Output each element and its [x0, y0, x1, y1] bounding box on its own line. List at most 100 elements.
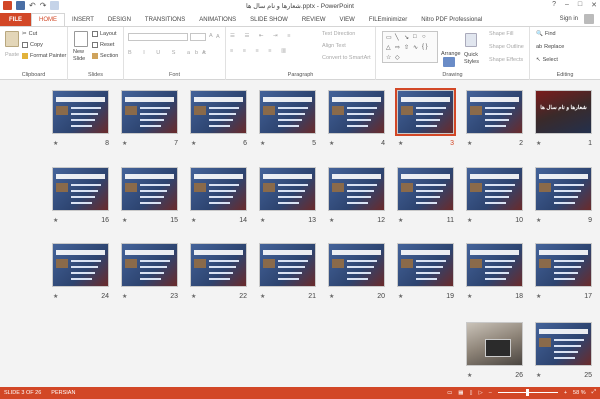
font-color-icon[interactable]: A	[202, 50, 206, 56]
align-text-button[interactable]: Align Text	[322, 43, 346, 49]
triangle-shape-icon[interactable]: △	[386, 44, 391, 51]
close-icon[interactable]: ✕	[591, 1, 597, 9]
transition-star-icon[interactable]: ★	[467, 140, 472, 147]
shape-outline-button[interactable]: Shape Outline	[489, 44, 524, 50]
slide-thumbnail[interactable]	[328, 90, 385, 134]
transition-star-icon[interactable]: ★	[122, 293, 127, 300]
slideshow-view-icon[interactable]: ▷	[479, 390, 483, 396]
slide-thumbnail[interactable]	[328, 243, 385, 287]
textbox-shape-icon[interactable]: ▭	[386, 34, 392, 41]
slide-thumbnail[interactable]	[466, 167, 523, 211]
transition-star-icon[interactable]: ★	[122, 140, 127, 147]
shape-effects-button[interactable]: Shape Effects	[489, 57, 523, 63]
right-arrow-shape-icon[interactable]: ⇨	[395, 44, 400, 51]
find-button[interactable]: 🔍 Find	[536, 31, 556, 37]
font-shrink-icon[interactable]: A	[216, 34, 220, 40]
tab-nitro-pdf[interactable]: Nitro PDF Professional	[414, 13, 489, 26]
line-shape-icon[interactable]: ╲	[395, 34, 399, 41]
transition-star-icon[interactable]: ★	[329, 140, 334, 147]
section-button[interactable]: Section	[92, 53, 118, 59]
format-painter-button[interactable]: Format Painter	[22, 53, 66, 59]
help-icon[interactable]: ?	[552, 1, 556, 9]
transition-star-icon[interactable]: ★	[467, 372, 472, 379]
font-format-buttons[interactable]: B I U S abc	[128, 50, 211, 56]
slide-thumbnail[interactable]	[397, 167, 454, 211]
arrange-button[interactable]: Arrange	[441, 51, 461, 57]
slide-thumbnail[interactable]	[466, 90, 523, 134]
transition-star-icon[interactable]: ★	[536, 140, 541, 147]
cut-button[interactable]: ✂ Cut	[22, 31, 37, 37]
quick-styles-button-2[interactable]: Styles	[464, 59, 479, 65]
layout-button[interactable]: Layout	[92, 31, 117, 37]
language-indicator[interactable]: PERSIAN	[51, 390, 75, 396]
callout-shape-icon[interactable]: ◇	[395, 54, 400, 61]
paste-icon[interactable]	[5, 31, 19, 47]
slide-thumbnail[interactable]	[190, 243, 247, 287]
transition-star-icon[interactable]: ★	[467, 293, 472, 300]
quick-styles-icon[interactable]	[465, 33, 477, 47]
slide-thumbnail[interactable]	[121, 243, 178, 287]
new-slide-button[interactable]: New	[73, 49, 84, 55]
slide-thumbnail[interactable]	[190, 90, 247, 134]
transition-star-icon[interactable]: ★	[467, 217, 472, 224]
fit-to-window-icon[interactable]: ⤢	[592, 389, 596, 396]
list-buttons[interactable]: ☰ ☰ ⇤ ⇥ ≡	[230, 33, 294, 39]
tab-fileminimizer[interactable]: FILEminimizer	[362, 13, 414, 26]
shapes-gallery[interactable]: ▭ ╲ ↘ □ ○ △ ⇨ ⇧ ∿ { } ☆ ◇	[382, 31, 438, 63]
transition-star-icon[interactable]: ★	[536, 293, 541, 300]
shape-fill-button[interactable]: Shape Fill	[489, 31, 513, 37]
tab-animations[interactable]: ANIMATIONS	[192, 13, 243, 26]
rectangle-shape-icon[interactable]: □	[413, 34, 417, 40]
replace-button[interactable]: ab Replace	[536, 44, 564, 50]
arrange-icon[interactable]	[443, 57, 455, 67]
slide-thumbnail[interactable]	[397, 243, 454, 287]
font-name-box[interactable]	[128, 33, 188, 41]
slide-thumbnail[interactable]	[328, 167, 385, 211]
slide-sorter-view-icon[interactable]: ▦	[458, 390, 463, 396]
text-direction-button[interactable]: Text Direction	[322, 31, 355, 37]
tab-insert[interactable]: INSERT	[65, 13, 101, 26]
slide-thumbnail[interactable]	[52, 243, 109, 287]
tab-slide-show[interactable]: SLIDE SHOW	[243, 13, 295, 26]
zoom-slider-knob[interactable]	[525, 389, 529, 396]
transition-star-icon[interactable]: ★	[536, 372, 541, 379]
curve-shape-icon[interactable]: ∿	[413, 44, 418, 51]
slide-thumbnail[interactable]	[259, 167, 316, 211]
font-grow-icon[interactable]: A	[209, 33, 213, 39]
star-shape-icon[interactable]: ☆	[386, 54, 391, 61]
transition-star-icon[interactable]: ★	[191, 293, 196, 300]
zoom-out-icon[interactable]: –	[489, 390, 492, 396]
slide-thumbnail[interactable]	[52, 167, 109, 211]
transition-star-icon[interactable]: ★	[191, 217, 196, 224]
transition-star-icon[interactable]: ★	[260, 217, 265, 224]
select-button[interactable]: ↖ Select	[536, 57, 558, 63]
transition-star-icon[interactable]: ★	[260, 140, 265, 147]
brace-shape-icon[interactable]: { }	[422, 44, 428, 50]
transition-star-icon[interactable]: ★	[329, 293, 334, 300]
slide-thumbnail[interactable]	[535, 167, 592, 211]
paste-button[interactable]: Paste	[5, 52, 19, 58]
up-arrow-shape-icon[interactable]: ⇧	[404, 44, 409, 51]
sign-in-link[interactable]: Sign in	[560, 16, 578, 22]
slide-thumbnail[interactable]	[535, 243, 592, 287]
slide-thumbnail[interactable]	[190, 167, 247, 211]
tab-review[interactable]: REVIEW	[295, 13, 333, 26]
tab-transitions[interactable]: TRANSITIONS	[138, 13, 192, 26]
slide-thumbnail[interactable]	[259, 243, 316, 287]
slide-thumbnail[interactable]	[535, 322, 592, 366]
tab-home[interactable]: HOME	[31, 13, 65, 26]
convert-smartart-button[interactable]: Convert to SmartArt	[322, 55, 371, 61]
align-buttons[interactable]: ≡ ≡ ≡ ≡ ▥	[230, 48, 290, 54]
minimize-icon[interactable]: –	[565, 1, 569, 9]
zoom-in-icon[interactable]: +	[564, 390, 567, 396]
maximize-icon[interactable]: □	[578, 1, 582, 9]
normal-view-icon[interactable]: ▭	[447, 390, 452, 396]
new-slide-icon[interactable]	[74, 31, 88, 47]
arrow-shape-icon[interactable]: ↘	[404, 34, 409, 41]
oval-shape-icon[interactable]: ○	[422, 34, 426, 40]
reading-view-icon[interactable]: ▯	[470, 390, 473, 396]
tab-view[interactable]: VIEW	[333, 13, 362, 26]
transition-star-icon[interactable]: ★	[191, 140, 196, 147]
slide-thumbnail[interactable]: شعارها و نام سال ها	[535, 90, 592, 134]
transition-star-icon[interactable]: ★	[53, 140, 58, 147]
